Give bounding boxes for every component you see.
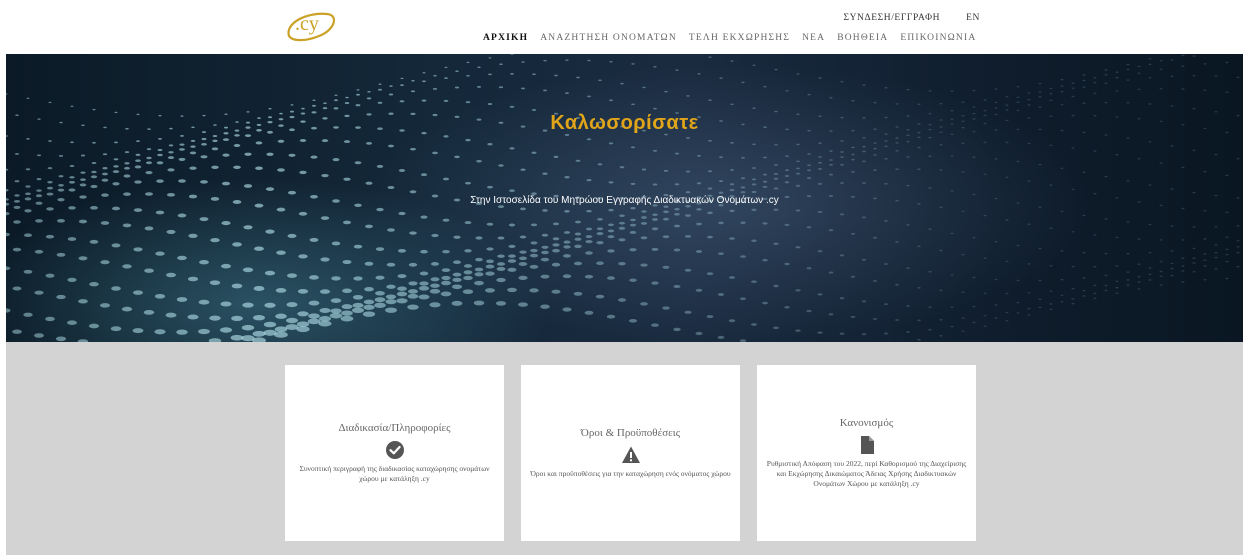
nav-contact[interactable]: ΕΠΙΚΟΙΝΩΝΙΑ	[900, 33, 976, 43]
warning-icon	[621, 446, 640, 463]
hero-title: Καλωσορίσατε	[550, 112, 699, 134]
hero-subtitle: Στην Ιστοσελίδα του Μητρώου Εγγραφής Δια…	[470, 195, 779, 206]
hero-banner: Καλωσορίσατε Στην Ιστοσελίδα του Μητρώου…	[6, 54, 1243, 342]
card-terms[interactable]: Όροι & Προϋποθέσεις Όροι και προϋποθέσει…	[521, 365, 740, 541]
card-description: Όροι και προϋποθέσεις για την καταχώρηση…	[530, 468, 731, 478]
nav-fees[interactable]: ΤΕΛΗ ΕΚΧΩΡΗΣΗΣ	[689, 33, 790, 43]
nav-news[interactable]: ΝΕΑ	[802, 33, 825, 43]
logo-text: .cy	[295, 13, 319, 35]
nav-home[interactable]: ΑΡΧΙΚΗ	[483, 33, 528, 43]
main-nav: ΑΡΧΙΚΗ ΑΝΑΖΗΤΗΣΗ ΟΝΟΜΑΤΩΝ ΤΕΛΗ ΕΚΧΩΡΗΣΗΣ…	[483, 33, 976, 43]
card-title: Κανονισμός	[839, 416, 894, 429]
card-title: Όροι & Προϋποθέσεις	[580, 426, 681, 439]
site-header: .cy ΣΥΝΔΕΣΗ/ΕΓΓΡΑΦΗ EN ΑΡΧΙΚΗ ΑΝΑΖΗΤΗΣΗ …	[0, 0, 1243, 54]
top-links: ΣΥΝΔΕΣΗ/ΕΓΓΡΑΦΗ EN	[843, 13, 980, 23]
card-regulation[interactable]: Κανονισμός Ρυθμιστική Απόφαση του 2022, …	[757, 365, 976, 541]
document-icon	[860, 435, 874, 454]
site-logo[interactable]: .cy	[283, 6, 343, 46]
cards-section: Διαδικασία/Πληροφορίες Συνοπτική περιγρα…	[6, 342, 1243, 555]
card-process-info[interactable]: Διαδικασία/Πληροφορίες Συνοπτική περιγρα…	[285, 365, 504, 541]
card-description: Ρυθμιστική Απόφαση του 2022, περί Καθορι…	[766, 458, 967, 489]
card-title: Διαδικασία/Πληροφορίες	[338, 421, 451, 434]
check-circle-icon	[385, 440, 404, 459]
nav-help[interactable]: ΒΟΗΘΕΙΑ	[837, 33, 888, 43]
login-register-link[interactable]: ΣΥΝΔΕΣΗ/ΕΓΓΡΑΦΗ	[843, 13, 940, 23]
card-description: Συνοπτική περιγραφή της διαδικασίας κατα…	[299, 463, 490, 483]
language-switch-link[interactable]: EN	[966, 13, 980, 23]
nav-name-search[interactable]: ΑΝΑΖΗΤΗΣΗ ΟΝΟΜΑΤΩΝ	[540, 33, 677, 43]
